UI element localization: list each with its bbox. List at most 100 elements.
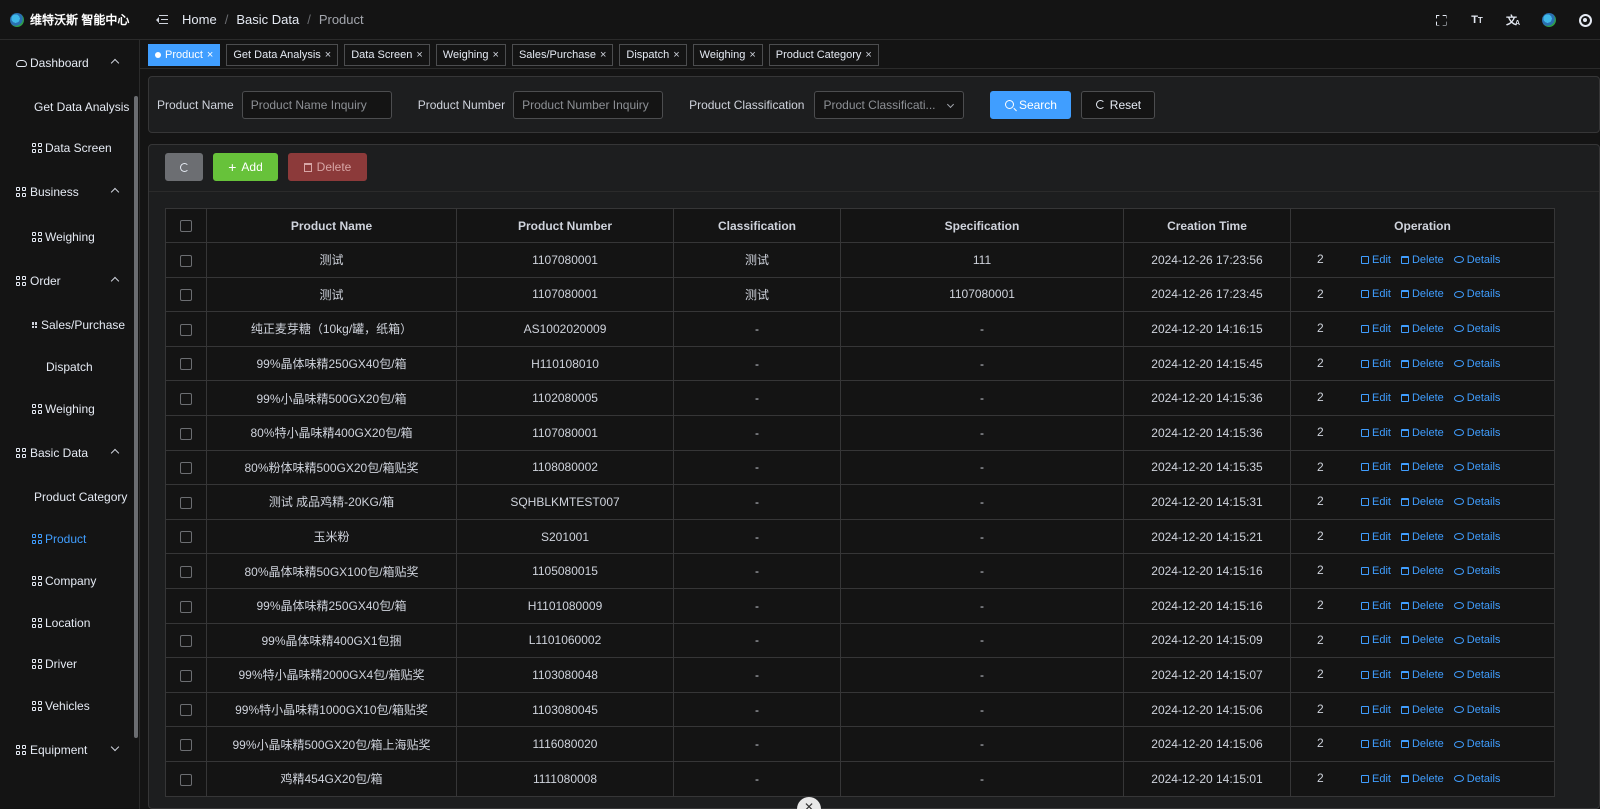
delete-link[interactable]: Delete [1400, 358, 1444, 370]
product-number-input[interactable] [513, 90, 664, 119]
sidebar-group-dashboard[interactable]: Dashboard [0, 48, 134, 78]
delete-link[interactable]: Delete [1400, 392, 1444, 404]
sidebar-item-location[interactable]: Location [0, 608, 134, 638]
edit-link[interactable]: Edit [1361, 358, 1391, 370]
row-checkbox[interactable] [180, 669, 192, 682]
edit-link[interactable]: Edit [1361, 461, 1391, 473]
row-checkbox[interactable] [180, 704, 192, 717]
row-checkbox[interactable] [180, 462, 192, 475]
delete-button[interactable]: Delete [288, 153, 367, 181]
details-link[interactable]: Details [1453, 358, 1500, 370]
tab-weighing[interactable]: Weighing × [435, 44, 506, 66]
tab-get-data-analysis[interactable]: Get Data Analysis × [226, 44, 339, 66]
row-checkbox[interactable] [180, 323, 192, 336]
details-link[interactable]: Details [1453, 738, 1500, 750]
edit-link[interactable]: Edit [1361, 254, 1391, 266]
sidebar-item-weighing[interactable]: Weighing [0, 222, 134, 252]
delete-link[interactable]: Delete [1400, 496, 1444, 508]
breadcrumb-basic-data[interactable]: Basic Data [236, 12, 299, 27]
row-checkbox[interactable] [180, 600, 192, 613]
delete-link[interactable]: Delete [1400, 669, 1444, 681]
delete-link[interactable]: Delete [1400, 427, 1444, 439]
edit-link[interactable]: Edit [1361, 288, 1391, 300]
edit-link[interactable]: Edit [1361, 565, 1391, 577]
sidebar-item-product[interactable]: Product [0, 524, 134, 554]
column-header[interactable]: Specification [840, 208, 1124, 243]
delete-link[interactable]: Delete [1400, 323, 1444, 335]
edit-link[interactable]: Edit [1361, 634, 1391, 646]
details-link[interactable]: Details [1453, 704, 1500, 716]
close-icon[interactable]: × [749, 49, 755, 61]
close-icon[interactable]: × [673, 49, 679, 61]
row-checkbox[interactable] [180, 635, 192, 648]
refresh-button[interactable] [165, 153, 203, 181]
row-checkbox[interactable] [180, 427, 192, 440]
edit-link[interactable]: Edit [1361, 738, 1391, 750]
details-link[interactable]: Details [1453, 323, 1500, 335]
sidebar-group-basic-data[interactable]: Basic Data [0, 438, 134, 468]
product-name-input[interactable] [241, 90, 392, 119]
details-link[interactable]: Details [1453, 565, 1500, 577]
details-link[interactable]: Details [1453, 254, 1500, 266]
search-button[interactable]: Search [990, 90, 1072, 119]
close-icon[interactable]: × [325, 49, 331, 61]
tab-data-screen[interactable]: Data Screen × [344, 44, 430, 66]
details-link[interactable]: Details [1453, 461, 1500, 473]
sidebar-item-order-weighing[interactable]: Weighing [0, 394, 134, 424]
sidebar-item-product-category[interactable]: Product Category [0, 482, 134, 512]
column-header[interactable]: Classification [673, 208, 841, 243]
sidebar-item-data-screen[interactable]: Data Screen [0, 133, 134, 163]
close-icon[interactable]: × [416, 49, 422, 61]
column-header[interactable]: Creation Time [1123, 208, 1291, 243]
sidebar-item-dispatch[interactable]: Dispatch [0, 352, 134, 382]
edit-link[interactable]: Edit [1361, 773, 1391, 785]
close-icon[interactable]: × [493, 49, 499, 61]
sidebar-group-order[interactable]: Order [0, 266, 134, 296]
row-checkbox[interactable] [180, 496, 192, 509]
tab-sales-purchase[interactable]: Sales/Purchase × [511, 44, 614, 66]
close-icon[interactable]: × [600, 49, 606, 61]
sidebar-scrollbar[interactable] [134, 96, 138, 738]
details-link[interactable]: Details [1453, 600, 1500, 612]
select-all-checkbox[interactable] [180, 220, 192, 233]
edit-link[interactable]: Edit [1361, 531, 1391, 543]
delete-link[interactable]: Delete [1400, 531, 1444, 543]
app-logo[interactable]: 维特沃斯 智能中心 [0, 0, 140, 40]
sidebar-group-business[interactable]: Business [0, 177, 134, 207]
translate-icon[interactable]: 文A [1506, 13, 1520, 27]
details-link[interactable]: Details [1453, 427, 1500, 439]
column-header[interactable]: Product Name [206, 208, 457, 243]
delete-link[interactable]: Delete [1400, 288, 1444, 300]
edit-link[interactable]: Edit [1361, 704, 1391, 716]
tab-product[interactable]: Product × [148, 44, 221, 66]
reset-button[interactable]: Reset [1081, 90, 1156, 119]
fullscreen-icon[interactable] [1434, 13, 1448, 27]
close-icon[interactable]: × [207, 49, 213, 61]
delete-link[interactable]: Delete [1400, 254, 1444, 266]
column-header[interactable]: Product Number [456, 208, 674, 243]
collapse-menu-icon[interactable] [156, 14, 168, 25]
add-button[interactable]: + Add [213, 153, 278, 181]
row-checkbox[interactable] [180, 289, 192, 302]
delete-link[interactable]: Delete [1400, 565, 1444, 577]
edit-link[interactable]: Edit [1361, 600, 1391, 612]
sidebar-item-vehicles[interactable]: Vehicles [0, 691, 134, 721]
sidebar-item-driver[interactable]: Driver [0, 649, 134, 679]
details-link[interactable]: Details [1453, 531, 1500, 543]
details-link[interactable]: Details [1453, 773, 1500, 785]
sidebar-item-company[interactable]: Company [0, 566, 134, 596]
close-icon[interactable]: × [865, 49, 871, 61]
row-checkbox[interactable] [180, 358, 192, 371]
edit-link[interactable]: Edit [1361, 496, 1391, 508]
delete-link[interactable]: Delete [1400, 634, 1444, 646]
gear-icon[interactable] [1578, 13, 1592, 27]
row-checkbox[interactable] [180, 773, 192, 786]
delete-link[interactable]: Delete [1400, 738, 1444, 750]
details-link[interactable]: Details [1453, 496, 1500, 508]
delete-link[interactable]: Delete [1400, 461, 1444, 473]
sidebar-item-sales-purchase[interactable]: Sales/Purchase [0, 310, 134, 340]
font-size-icon[interactable]: TT [1470, 13, 1484, 27]
delete-link[interactable]: Delete [1400, 704, 1444, 716]
avatar[interactable] [1542, 13, 1556, 27]
edit-link[interactable]: Edit [1361, 427, 1391, 439]
